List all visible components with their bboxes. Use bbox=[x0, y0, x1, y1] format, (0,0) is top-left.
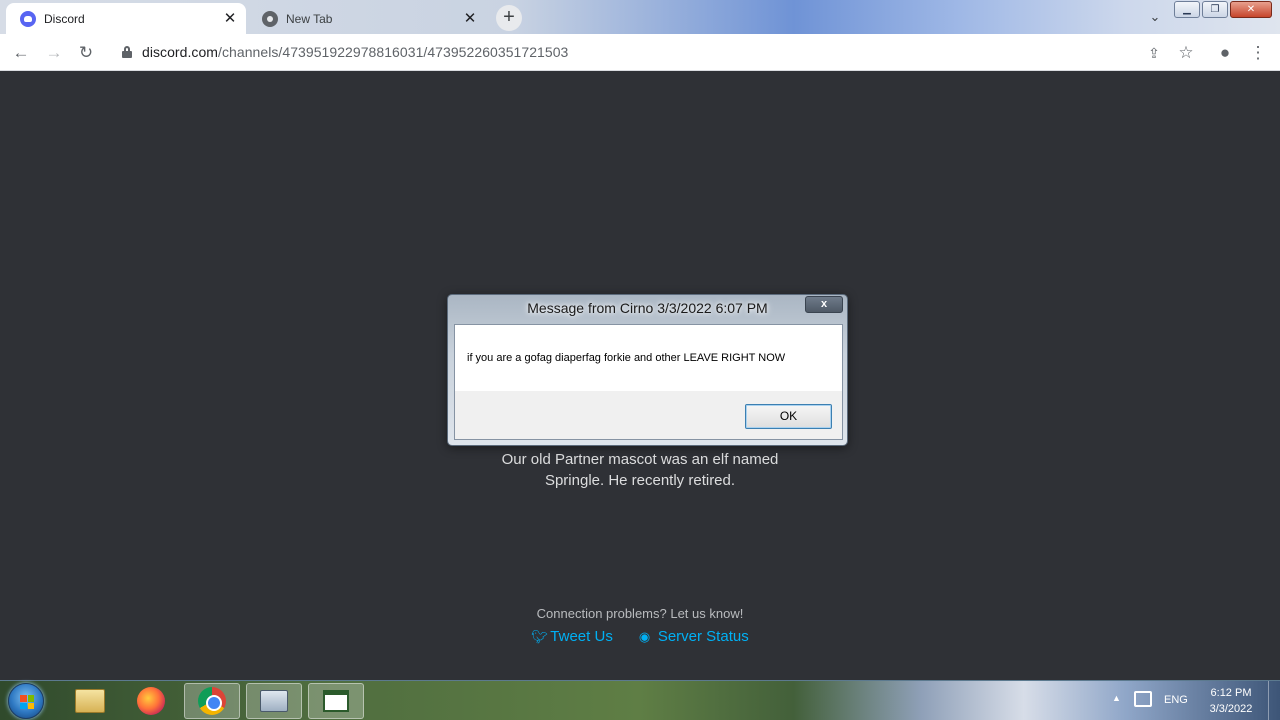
dialog-title: Message from Cirno 3/3/2022 6:07 PM bbox=[527, 300, 768, 316]
clock-time: 6:12 PM bbox=[1210, 687, 1252, 699]
network-icon[interactable] bbox=[1134, 691, 1152, 707]
language-indicator[interactable]: ENG bbox=[1164, 694, 1188, 706]
tab-new-tab[interactable]: New Tab ✕ bbox=[248, 3, 486, 34]
connection-problems-text: Connection problems? Let us know! bbox=[536, 606, 744, 621]
tweet-us-link[interactable]: 🐦︎ Tweet Us bbox=[531, 628, 613, 645]
taskbar-notepad[interactable] bbox=[308, 683, 364, 719]
address-bar[interactable]: discord.com/channels/473951922978816031/… bbox=[110, 37, 1210, 67]
taskbar-chrome[interactable] bbox=[184, 683, 240, 719]
folder-icon bbox=[75, 689, 105, 713]
tab-title: Discord bbox=[44, 11, 85, 26]
forward-icon[interactable]: → bbox=[42, 41, 66, 65]
minimize-button[interactable]: ▁ bbox=[1174, 1, 1200, 18]
chrome-tab-icon bbox=[262, 10, 278, 27]
windows-logo-icon bbox=[20, 695, 34, 709]
restore-button[interactable]: ❐ bbox=[1202, 1, 1228, 18]
back-icon[interactable]: ← bbox=[9, 41, 33, 65]
reload-icon[interactable]: ↻ bbox=[74, 41, 98, 65]
dialog-body: if you are a gofag diaperfag forkie and … bbox=[454, 324, 843, 440]
show-desktop-button[interactable] bbox=[1268, 681, 1280, 720]
new-tab-button[interactable]: + bbox=[496, 5, 522, 31]
clock[interactable]: 6:12 PM 3/3/2022 bbox=[1196, 685, 1266, 717]
start-button[interactable] bbox=[8, 683, 44, 719]
lock-icon[interactable] bbox=[122, 46, 132, 58]
tab-search-icon[interactable]: ⌄ bbox=[1144, 6, 1166, 28]
status-icon: ◉ bbox=[638, 628, 651, 644]
url-text[interactable]: discord.com/channels/473951922978816031/… bbox=[142, 44, 568, 60]
tab-title: New Tab bbox=[286, 11, 333, 26]
chrome-icon bbox=[198, 687, 226, 715]
notepad-icon bbox=[323, 690, 349, 712]
dialog-footer: OK bbox=[455, 391, 842, 439]
server-status-link[interactable]: ◉ Server Status bbox=[639, 628, 749, 645]
tab-close-icon[interactable]: ✕ bbox=[220, 9, 240, 29]
taskbar-firefox[interactable] bbox=[123, 683, 179, 719]
tray-overflow-icon[interactable]: ▲ bbox=[1112, 693, 1121, 703]
taskbar-monitor-app[interactable] bbox=[246, 683, 302, 719]
monitor-icon bbox=[260, 690, 288, 712]
window-close-button[interactable]: ✕ bbox=[1230, 1, 1272, 18]
help-links: 🐦︎ Tweet Us ◉ Server Status bbox=[440, 628, 840, 645]
twitter-icon: 🐦︎ bbox=[531, 628, 548, 644]
ok-button[interactable]: OK bbox=[745, 404, 832, 429]
window-controls: ▁ ❐ ✕ bbox=[1174, 1, 1272, 18]
dialog-close-button[interactable]: x bbox=[805, 296, 843, 313]
firefox-icon bbox=[137, 687, 165, 715]
taskbar: ▲ ENG 6:12 PM 3/3/2022 bbox=[0, 680, 1280, 720]
loading-tip: Our old Partner mascot was an elf named … bbox=[501, 451, 779, 489]
discord-icon bbox=[20, 10, 36, 27]
browser-toolbar: ← → ↻ discord.com/channels/4739519229788… bbox=[0, 34, 1280, 71]
message-dialog: Message from Cirno 3/3/2022 6:07 PM x if… bbox=[447, 294, 848, 446]
tab-strip: Discord ✕ New Tab ✕ + ⌄ ▁ ❐ ✕ bbox=[0, 0, 1280, 34]
menu-kebab-icon[interactable]: ⋮ bbox=[1246, 41, 1270, 65]
share-icon[interactable]: ⇪ bbox=[1142, 41, 1166, 65]
taskbar-explorer[interactable] bbox=[62, 683, 118, 719]
tab-discord[interactable]: Discord ✕ bbox=[6, 3, 246, 34]
dialog-message: if you are a gofag diaperfag forkie and … bbox=[467, 352, 786, 364]
clock-date: 3/3/2022 bbox=[1209, 703, 1253, 715]
tab-close-icon[interactable]: ✕ bbox=[460, 9, 480, 29]
profile-icon[interactable]: ● bbox=[1213, 41, 1237, 65]
bookmark-star-icon[interactable]: ☆ bbox=[1174, 41, 1198, 65]
